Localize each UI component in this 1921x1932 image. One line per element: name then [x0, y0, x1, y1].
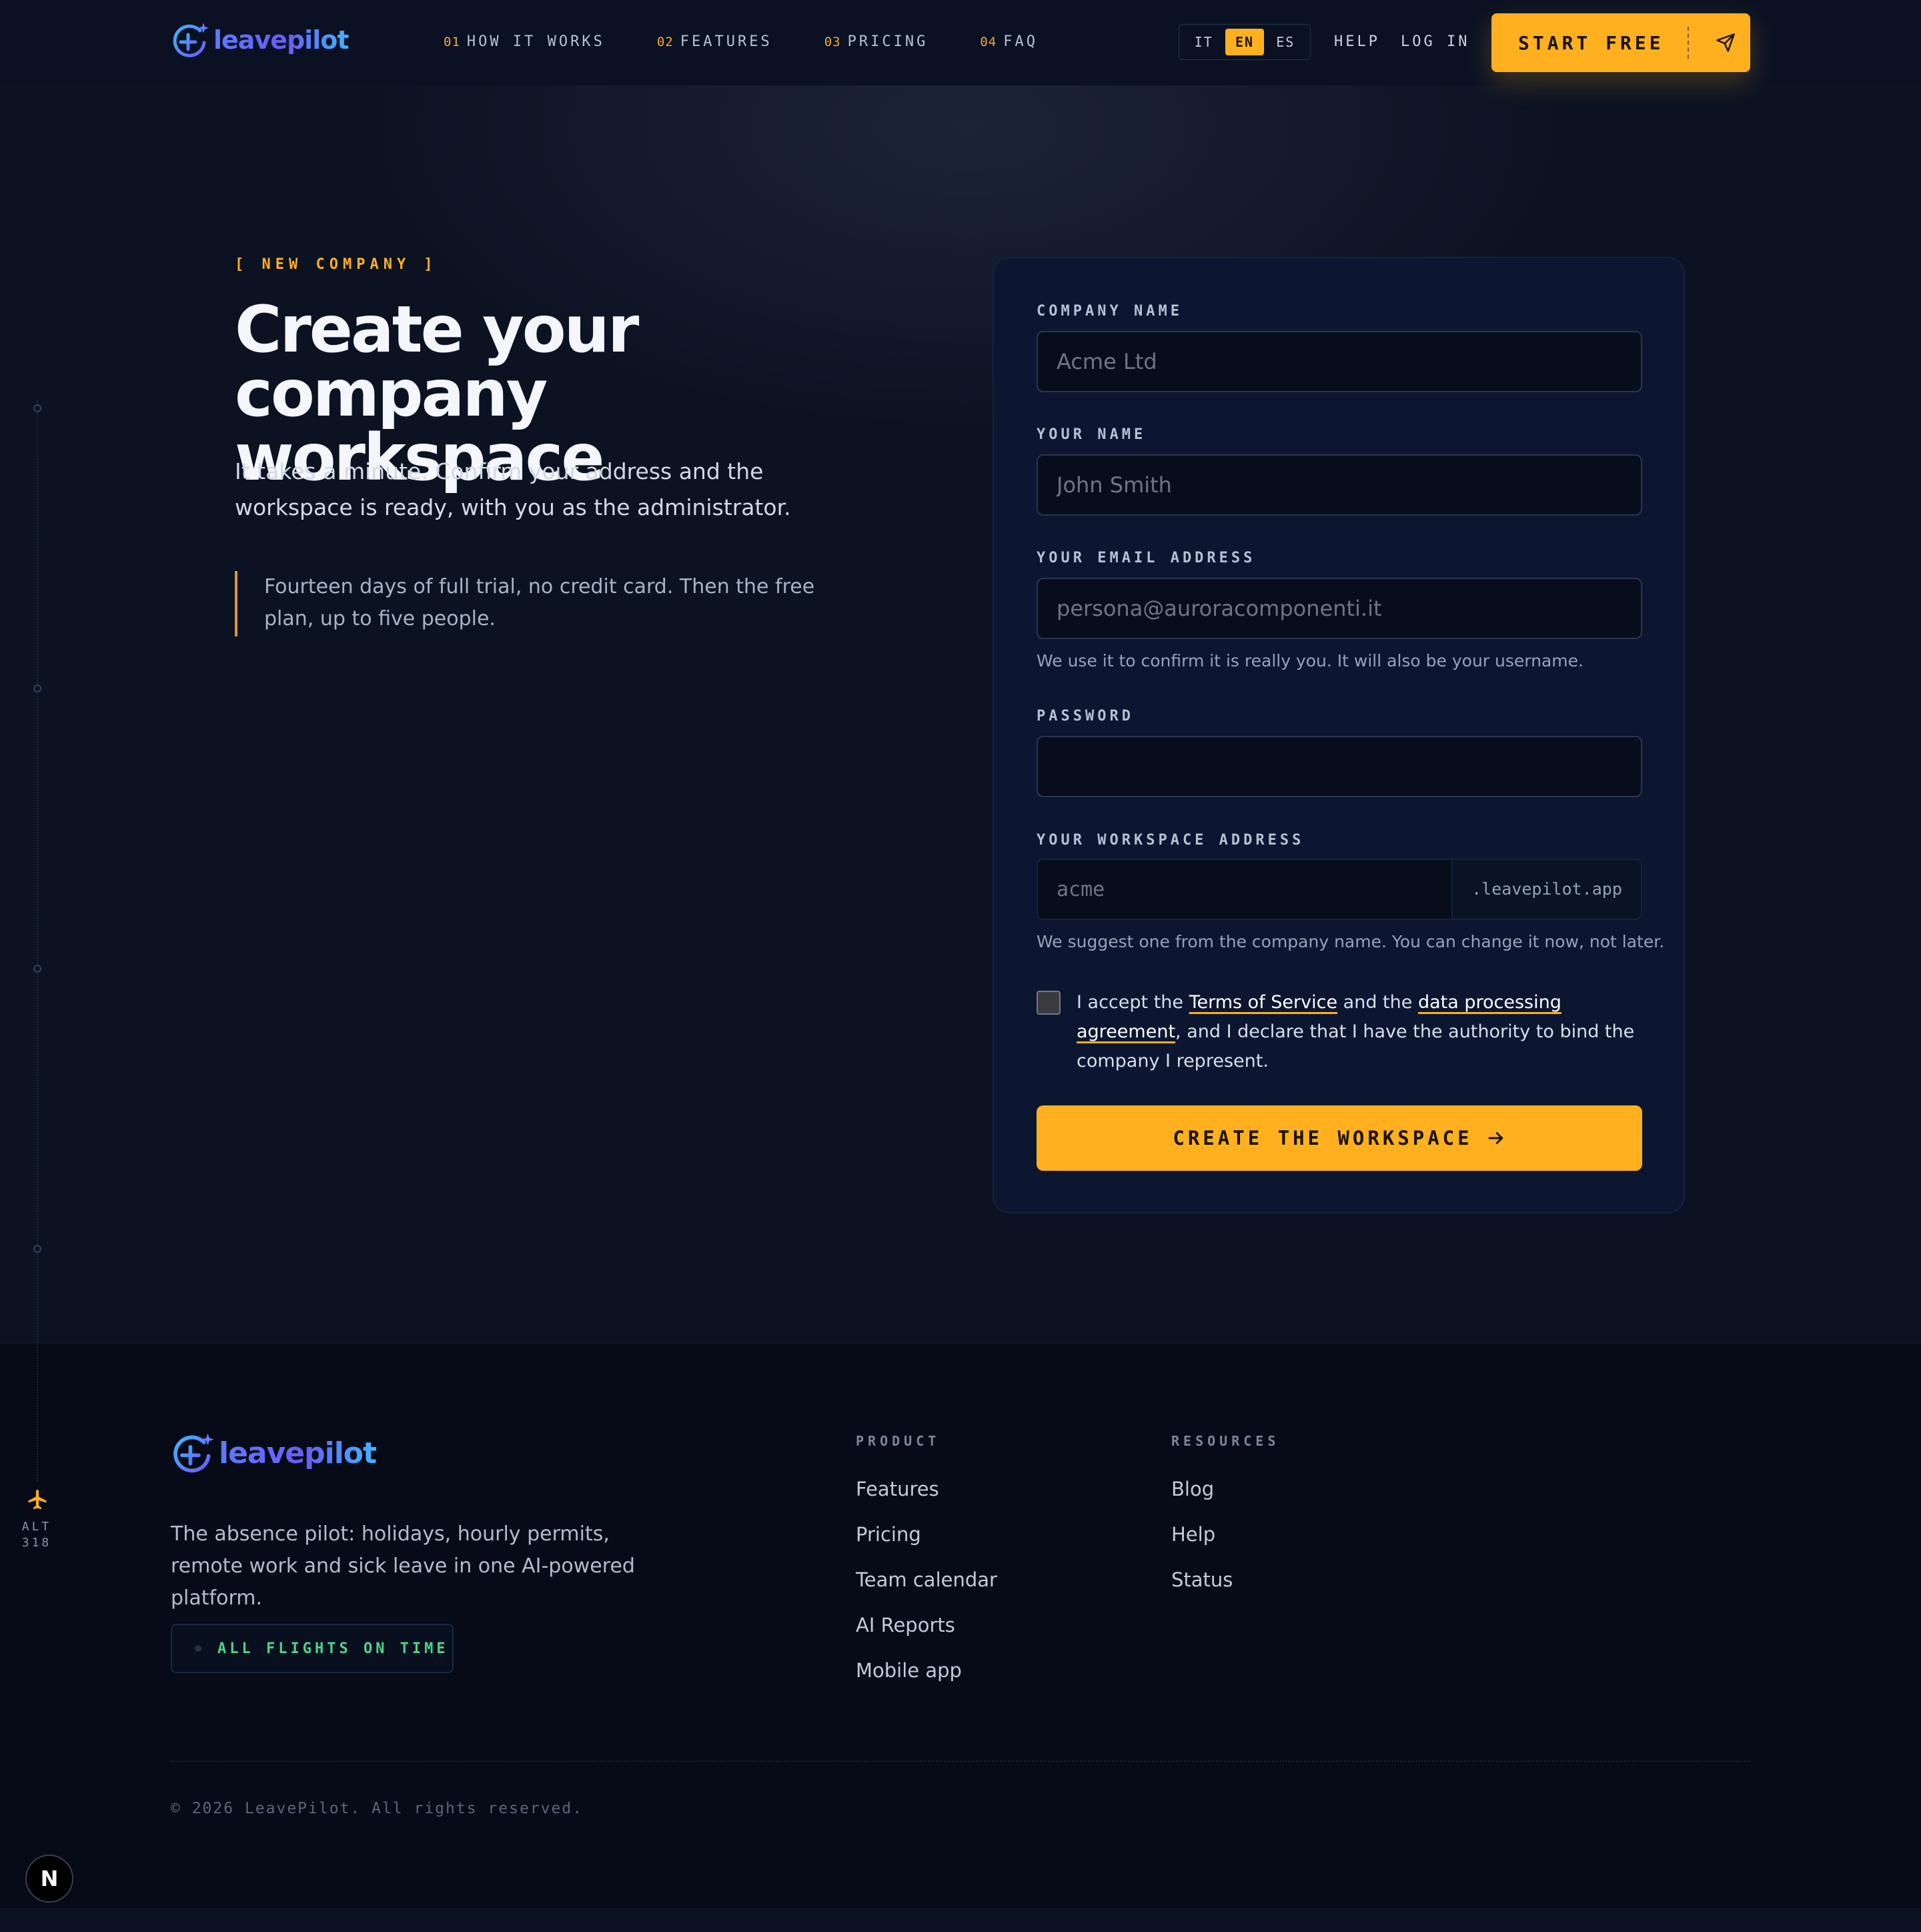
footer-link-pricing[interactable]: Pricing: [856, 1522, 997, 1546]
status-badge[interactable]: ALL FLIGHTS ON TIME: [171, 1624, 454, 1673]
button-divider: [1688, 27, 1689, 59]
your-name-input[interactable]: [1037, 454, 1642, 516]
terms-text-part: I accept the: [1077, 992, 1189, 1013]
logo-mark-icon: [173, 23, 209, 57]
lang-it[interactable]: IT: [1185, 29, 1223, 55]
footer-link-mobile-app[interactable]: Mobile app: [856, 1658, 997, 1682]
nav-number: 02: [656, 35, 674, 49]
footer-divider: [171, 1761, 1750, 1762]
footer-product-column: PRODUCT Features Pricing Team calendar A…: [856, 1433, 997, 1704]
page-bottom-edge: [0, 1907, 1921, 1932]
company-name-input[interactable]: [1037, 331, 1642, 392]
workspace-subdomain-input[interactable]: [1038, 860, 1451, 919]
company-name-label: COMPANY NAME: [1037, 303, 1183, 320]
terms-text: I accept the Terms of Service and the da…: [1077, 988, 1642, 1076]
workspace-domain-suffix: .leavepilot.app: [1451, 860, 1641, 919]
rail-marker: [33, 684, 41, 692]
nav-faq[interactable]: 04 FAQ: [980, 33, 1038, 50]
site-header: leavepilot 01 HOW IT WORKS 02 FEATURES 0…: [0, 0, 1921, 85]
help-link[interactable]: HELP: [1334, 33, 1380, 50]
workspace-address-label: YOUR WORKSPACE ADDRESS: [1037, 832, 1305, 849]
email-input[interactable]: [1037, 578, 1642, 639]
nav-how-it-works[interactable]: 01 HOW IT WORKS: [444, 33, 605, 50]
plane-icon: [28, 1490, 47, 1510]
site-footer: leavepilot The absence pilot: holidays, …: [0, 1342, 1921, 1908]
your-name-label: YOUR NAME: [1037, 426, 1147, 443]
terms-of-service-link[interactable]: Terms of Service: [1189, 992, 1338, 1013]
nav-pricing[interactable]: 03 PRICING: [824, 33, 928, 50]
dev-tools-badge[interactable]: N: [25, 1855, 73, 1903]
arrow-right-icon: [1488, 1132, 1503, 1144]
altitude-value: 318: [21, 1536, 52, 1550]
footer-link-ai-reports[interactable]: AI Reports: [856, 1613, 997, 1637]
create-workspace-label: CREATE THE WORKSPACE: [1173, 1127, 1473, 1149]
nav-label: HOW IT WORKS: [466, 33, 605, 50]
nav-features[interactable]: 02 FEATURES: [657, 33, 772, 50]
footer-logo[interactable]: leavepilot: [171, 1430, 377, 1476]
create-workspace-button[interactable]: CREATE THE WORKSPACE: [1037, 1105, 1642, 1171]
send-icon: [1716, 33, 1735, 52]
nav-number: 03: [824, 35, 841, 49]
lang-en[interactable]: EN: [1225, 29, 1264, 55]
terms-checkbox[interactable]: [1037, 991, 1061, 1015]
rail-marker: [33, 404, 41, 412]
header-logo[interactable]: leavepilot: [171, 20, 350, 60]
status-text: ALL FLIGHTS ON TIME: [217, 1640, 449, 1657]
signup-form: COMPANY NAME YOUR NAME YOUR EMAIL ADDRES…: [993, 257, 1685, 1214]
password-input[interactable]: [1037, 736, 1642, 797]
hero-eyebrow: [ NEW COMPANY ]: [235, 256, 438, 273]
trial-note: Fourteen days of full trial, no credit c…: [235, 571, 848, 636]
language-switcher: IT EN ES: [1179, 24, 1311, 60]
logo-wordmark: leavepilot: [213, 25, 350, 55]
footer-description: The absence pilot: holidays, hourly perm…: [171, 1522, 635, 1610]
footer-resources-column: RESOURCES Blog Help Status: [1171, 1433, 1279, 1613]
nav-label: FEATURES: [680, 33, 772, 50]
footer-link-status[interactable]: Status: [1171, 1568, 1279, 1592]
main-nav: 01 HOW IT WORKS 02 FEATURES 03 PRICING 0…: [444, 33, 1090, 50]
nav-number: 01: [444, 35, 460, 49]
terms-row: I accept the Terms of Service and the da…: [1037, 988, 1642, 1076]
footer-column-heading: RESOURCES: [1171, 1433, 1280, 1449]
workspace-address-group: .leavepilot.app: [1037, 859, 1642, 920]
footer-link-features[interactable]: Features: [856, 1477, 997, 1501]
hero-subtitle: It takes a minute. Confirm your address …: [235, 458, 791, 520]
start-free-button[interactable]: START FREE: [1491, 13, 1750, 72]
footer-link-team-calendar[interactable]: Team calendar: [856, 1568, 997, 1592]
rail-marker: [33, 1245, 41, 1253]
altitude-rail: [37, 400, 38, 1481]
logo-wordmark: leavepilot: [219, 1436, 377, 1470]
lang-es[interactable]: ES: [1266, 29, 1305, 55]
nav-number: 04: [980, 35, 997, 49]
footer-link-help[interactable]: Help: [1171, 1522, 1279, 1546]
logo-mark-icon: [173, 1433, 214, 1473]
altitude-label: ALT: [21, 1520, 52, 1534]
workspace-hint: We suggest one from the company name. Yo…: [1037, 932, 1665, 951]
start-free-label: START FREE: [1518, 31, 1664, 54]
password-label: PASSWORD: [1037, 708, 1134, 724]
copyright: © 2026 LeavePilot. All rights reserved.: [171, 1800, 584, 1817]
rail-marker: [33, 965, 41, 973]
login-link[interactable]: LOG IN: [1401, 33, 1469, 50]
nav-label: PRICING: [847, 33, 928, 50]
footer-column-heading: PRODUCT: [856, 1433, 940, 1449]
email-hint: We use it to confirm it is really you. I…: [1037, 651, 1583, 670]
terms-text-part: and the: [1337, 992, 1418, 1013]
status-dot-icon: [195, 1645, 201, 1652]
footer-link-blog[interactable]: Blog: [1171, 1477, 1279, 1501]
nav-label: FAQ: [1003, 33, 1038, 50]
email-label: YOUR EMAIL ADDRESS: [1037, 550, 1256, 566]
